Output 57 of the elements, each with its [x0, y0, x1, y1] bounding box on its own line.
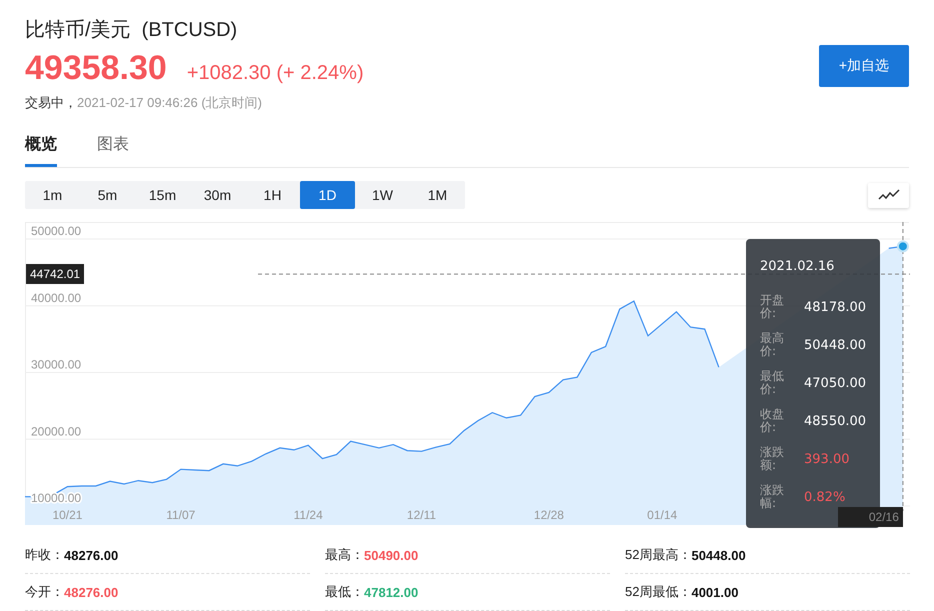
stat-label: 今开：	[25, 583, 64, 601]
last-price: 49358.30	[25, 49, 167, 88]
crosshair-price-label: 44742.01	[26, 264, 84, 284]
hover-point	[896, 240, 909, 252]
tooltip-value: 50448.00	[804, 338, 866, 352]
range-button[interactable]: 1H	[245, 181, 300, 209]
tooltip-date: 2021.02.16	[760, 259, 836, 274]
line-chart-icon	[878, 189, 900, 201]
stat-label: 最低：	[325, 583, 364, 601]
stat-value: 4001.00	[691, 584, 738, 600]
instrument-title: 比特币/美元 (BTCUSD)	[25, 18, 238, 43]
tooltip-value: 48178.00	[804, 300, 866, 314]
tab[interactable]: 图表	[97, 134, 129, 167]
range-button[interactable]: 1M	[410, 181, 465, 209]
stat-label: 52周最高：	[625, 546, 692, 564]
x-axis-label: 11/07	[166, 508, 196, 522]
tooltip-label: 最高价:	[760, 332, 785, 358]
tooltip-label: 开盘价:	[760, 294, 785, 320]
stat-value: 50448.00	[691, 548, 746, 562]
y-axis-label: 40000.00	[31, 290, 82, 305]
tooltip-value: 0.82%	[804, 490, 846, 504]
add-watchlist-button[interactable]: +加自选	[819, 45, 909, 87]
y-axis-label: 50000.00	[31, 224, 82, 238]
timestamp: 2021-02-17 09:46:26 (北京时间)	[77, 94, 262, 112]
tooltip-value: 48550.00	[804, 414, 866, 428]
tooltip-value: 47050.00	[804, 376, 866, 390]
trading-status: 交易中，	[25, 94, 77, 112]
x-axis-label: 01/14	[647, 508, 678, 522]
chart-type-button[interactable]	[868, 182, 909, 208]
x-axis-label: 10/21	[52, 508, 82, 522]
stat-label: 最高：	[325, 546, 364, 564]
tooltip-value: 393.00	[804, 452, 850, 466]
crosshair-date-label: 02/16	[838, 507, 903, 527]
x-axis-label: 12/28	[534, 508, 564, 522]
stat-label: 昨收：	[25, 546, 64, 564]
x-axis-label: 11/24	[294, 508, 323, 522]
range-button[interactable]: 30m	[190, 181, 245, 209]
stat-value: 48276.00	[64, 584, 118, 600]
price-change: +1082.30 (+ 2.24%)	[186, 62, 364, 85]
stat-value: 48276.00	[64, 548, 118, 562]
y-axis-label: 10000.00	[31, 491, 82, 505]
range-button[interactable]: 1m	[25, 181, 80, 209]
range-button[interactable]: 1D	[300, 181, 355, 209]
tab[interactable]: 概览	[25, 134, 57, 167]
y-axis-label: 30000.00	[31, 358, 82, 372]
tooltip-label: 涨跌幅:	[760, 484, 785, 510]
tooltip-label: 最低价:	[760, 370, 785, 396]
stat-label: 52周最低：	[625, 583, 692, 601]
x-axis-label: 12/11	[406, 508, 436, 522]
stat-value: 50490.00	[364, 548, 418, 562]
tooltip-label: 涨跌额:	[760, 446, 785, 472]
tooltip-label: 收盘价:	[760, 408, 785, 434]
range-button[interactable]: 5m	[80, 181, 135, 209]
stat-value: 47812.00	[364, 584, 418, 600]
range-button[interactable]: 15m	[135, 181, 190, 209]
y-axis-label: 20000.00	[31, 424, 82, 438]
range-button[interactable]: 1W	[355, 181, 410, 209]
